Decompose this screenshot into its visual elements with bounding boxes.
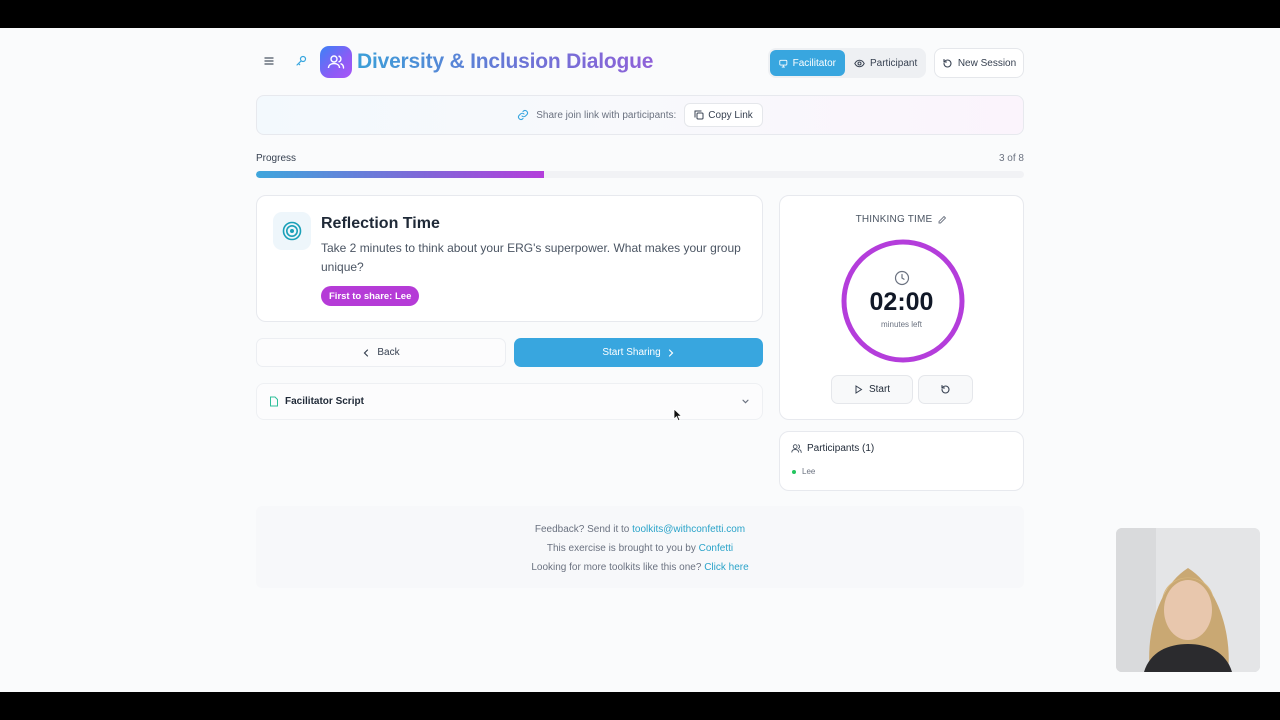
file-icon [270, 396, 278, 407]
rotate-ccw-icon [941, 384, 950, 394]
timer-value: 02:00 [869, 288, 934, 316]
confetti-link[interactable]: Confetti [699, 543, 733, 554]
more-prefix: Looking for more toolkits like this one? [531, 562, 702, 573]
clock-icon [894, 270, 910, 286]
first-to-share-badge: First to share: Lee [321, 286, 420, 306]
footer-more: Looking for more toolkits like this one?… [256, 562, 1024, 573]
facilitator-mode-button[interactable]: Facilitator [770, 50, 845, 76]
video-thumbnail [1116, 528, 1260, 672]
participants-card: Participants (1) Lee [779, 431, 1024, 491]
new-session-label: New Session [957, 57, 1017, 69]
copy-icon [694, 110, 704, 120]
app-page: Diversity & Inclusion Dialogue Facilitat… [0, 28, 1280, 692]
facilitator-script-toggle[interactable]: Facilitator Script [256, 383, 763, 420]
start-sharing-button[interactable]: Start Sharing [514, 338, 763, 367]
participants-title: Participants (1) [791, 443, 874, 454]
footer-brought: This exercise is brought to you by Confe… [256, 543, 1024, 554]
chevron-left-icon [364, 348, 369, 357]
copy-link-label: Copy Link [708, 109, 753, 121]
progress-fill [256, 171, 544, 178]
share-bar: Share join link with participants: Copy … [256, 95, 1024, 135]
new-session-button[interactable]: New Session [934, 48, 1024, 78]
footer: Feedback? Send it to toolkits@withconfet… [256, 506, 1024, 588]
participants-title-label: Participants (1) [807, 443, 875, 454]
prompt-text: Take 2 minutes to think about your ERG's… [321, 241, 741, 274]
participant-mode-button[interactable]: Participant [845, 50, 926, 76]
users-icon [327, 55, 345, 69]
timer-heading: THINKING TIME [780, 214, 1023, 225]
click-here-link[interactable]: Click here [704, 562, 748, 573]
pencil-icon[interactable] [937, 215, 947, 225]
share-text: Share join link with participants: [517, 109, 676, 121]
chevron-right-icon [668, 348, 674, 357]
timer-heading-label: THINKING TIME [855, 214, 933, 225]
mode-toggle: Facilitator Participant [768, 48, 926, 78]
facilitator-label: Facilitator [792, 57, 836, 69]
participant-item: Lee [792, 467, 815, 476]
prompt-title: Reflection Time [321, 215, 440, 232]
timer-sub: minutes left [881, 320, 922, 329]
key-icon[interactable] [294, 54, 308, 68]
timer-card: THINKING TIME 02:00 minutes left Start [779, 195, 1024, 420]
back-button[interactable]: Back [256, 338, 506, 367]
online-status-dot [792, 469, 796, 474]
footer-feedback: Feedback? Send it to toolkits@withconfet… [256, 524, 1024, 535]
progress-bar [256, 171, 1024, 178]
timer-start-button[interactable]: Start [831, 375, 913, 404]
feedback-prefix: Feedback? Send it to [534, 524, 630, 535]
app-title: Diversity & Inclusion Dialogue [357, 50, 654, 73]
copy-link-button[interactable]: Copy Link [684, 103, 763, 127]
target-icon [273, 212, 311, 250]
eye-icon [854, 59, 865, 67]
brought-prefix: This exercise is brought to you by [546, 543, 696, 554]
users-icon [791, 444, 802, 453]
participant-name: Lee [802, 467, 816, 476]
header: Diversity & Inclusion Dialogue Facilitat… [256, 46, 1024, 80]
timer-reset-button[interactable] [918, 375, 973, 404]
share-label: Share join link with participants: [536, 109, 677, 121]
rotate-ccw-icon [943, 58, 952, 68]
link-icon [518, 109, 529, 121]
prompt-card: Reflection Time Take 2 minutes to think … [256, 195, 763, 322]
feedback-email-link[interactable]: toolkits@withconfetti.com [632, 524, 745, 535]
participant-label: Participant [870, 57, 918, 69]
presenter-video-image [1116, 528, 1260, 672]
facilitator-script-label: Facilitator Script [285, 396, 364, 407]
back-label: Back [377, 347, 400, 358]
app-logo [320, 46, 352, 78]
progress-label: Progress [256, 153, 297, 164]
monitor-icon [779, 59, 788, 67]
play-icon [855, 385, 863, 394]
progress-count: 3 of 8 [998, 153, 1024, 164]
mouse-cursor-icon [673, 408, 683, 422]
menu-icon[interactable] [262, 54, 276, 68]
timer-start-label: Start [868, 384, 891, 395]
start-sharing-label: Start Sharing [602, 347, 661, 358]
chevron-down-icon [742, 399, 749, 404]
